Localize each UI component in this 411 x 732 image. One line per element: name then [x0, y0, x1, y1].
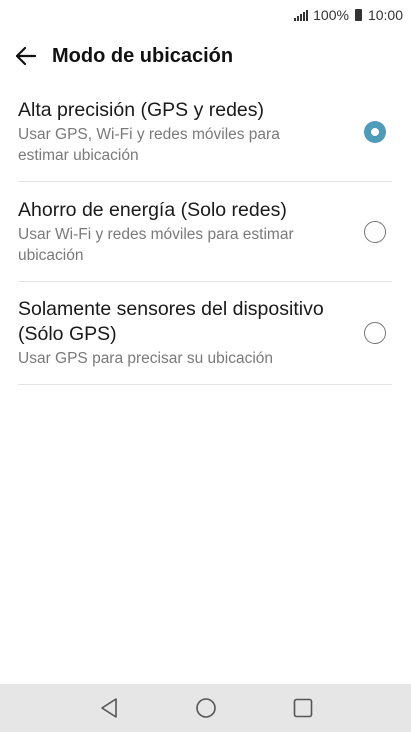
option-subtitle: Usar Wi-Fi y redes móviles para estimar …: [18, 226, 294, 264]
app-bar: Modo de ubicación: [0, 30, 411, 82]
option-title: Solamente sensores del dispositivo (Sólo…: [18, 298, 324, 345]
option-battery-saving[interactable]: Ahorro de energía (Solo redes) Usar Wi-F…: [18, 182, 392, 282]
navigation-bar: [0, 684, 411, 732]
home-circle-icon[interactable]: [186, 688, 226, 728]
option-subtitle: Usar GPS para precisar su ubicación: [18, 350, 274, 367]
back-triangle-icon[interactable]: [89, 688, 129, 728]
option-title: Alta precisión (GPS y redes): [18, 98, 265, 121]
back-arrow-icon[interactable]: [14, 44, 38, 68]
signal-icon: [294, 9, 309, 21]
option-text: Alta precisión (GPS y redes) Usar GPS, W…: [18, 98, 364, 166]
option-device-only[interactable]: Solamente sensores del dispositivo (Sólo…: [18, 282, 392, 385]
location-mode-list: Alta precisión (GPS y redes) Usar GPS, W…: [18, 82, 392, 385]
radio-button[interactable]: [364, 322, 386, 344]
recents-square-icon[interactable]: [283, 688, 323, 728]
option-high-accuracy[interactable]: Alta precisión (GPS y redes) Usar GPS, W…: [18, 82, 392, 182]
option-text: Solamente sensores del dispositivo (Sólo…: [18, 297, 364, 369]
page-title: Modo de ubicación: [52, 44, 234, 67]
radio-button-selected[interactable]: [364, 120, 386, 143]
radio-button[interactable]: [364, 221, 386, 243]
clock: 10:00: [367, 7, 403, 23]
status-bar: 100% 10:00: [0, 0, 411, 30]
battery-icon: [354, 9, 362, 21]
option-title: Ahorro de energía (Solo redes): [18, 199, 287, 221]
battery-percent: 100%: [313, 7, 349, 23]
option-text: Ahorro de energía (Solo redes) Usar Wi-F…: [18, 198, 364, 266]
option-subtitle: Usar GPS, Wi-Fi y redes móviles para est…: [18, 125, 280, 164]
